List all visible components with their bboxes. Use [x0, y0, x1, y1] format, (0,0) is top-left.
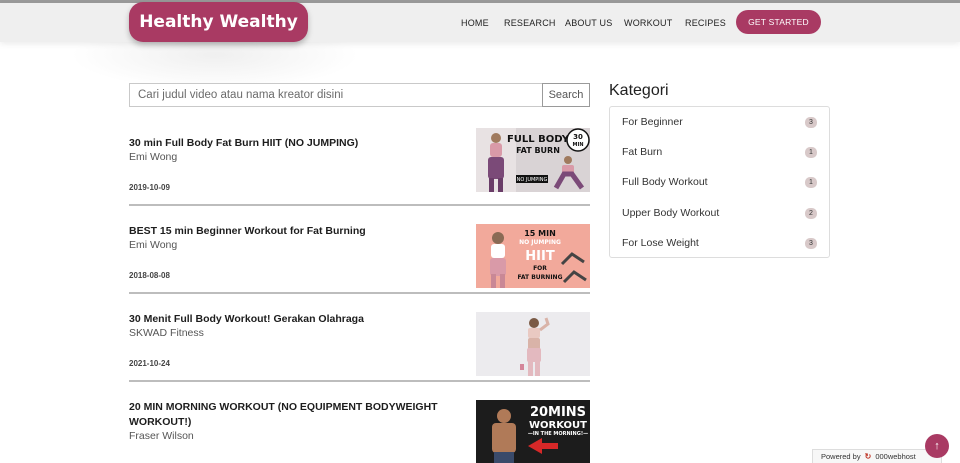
nav-workout-label[interactable]: WORKOUT [624, 18, 672, 28]
kategori-title: Kategori [609, 82, 669, 99]
thumb-text: FULL BODY [507, 134, 570, 145]
video-item[interactable]: 20 MIN MORNING WORKOUT (NO EQUIPMENT BOD… [129, 400, 590, 463]
kategori-item-full-body-workout[interactable]: Full Body Workout 1 [610, 167, 829, 197]
svg-text:30: 30 [573, 133, 583, 141]
video-thumbnail[interactable] [476, 312, 590, 376]
get-started-button[interactable]: GET STARTED [736, 10, 821, 34]
thumb-text: WORKOUT [529, 420, 587, 431]
powered-by-label: Powered by [821, 452, 861, 461]
video-title[interactable]: 20 MIN MORNING WORKOUT (NO EQUIPMENT BOD… [129, 400, 459, 430]
divider [129, 292, 590, 294]
thumb-text: FAT BURNING [517, 274, 562, 281]
video-date: 2019-10-09 [129, 183, 170, 192]
video-thumbnail[interactable]: FULL BODY FAT BURN 30 MIN NO JUMPING [476, 128, 590, 192]
search-input[interactable] [129, 83, 543, 107]
divider [129, 380, 590, 382]
thumb-text: NO JUMPING [517, 177, 548, 183]
video-creator: Fraser Wilson [129, 430, 194, 442]
nav-research[interactable]: RESEARCH [504, 3, 556, 42]
count-badge: 3 [805, 116, 817, 128]
nav-recipes[interactable]: RECIPES [685, 3, 726, 42]
video-title[interactable]: BEST 15 min Beginner Workout for Fat Bur… [129, 224, 459, 239]
video-creator: Emi Wong [129, 151, 178, 163]
kategori-label[interactable]: Upper Body Workout [622, 207, 719, 219]
video-title[interactable]: 30 min Full Body Fat Burn HIIT (NO JUMPI… [129, 136, 459, 151]
arrow-up-icon[interactable]: ↑ [925, 434, 949, 458]
kategori-item-upper-body-workout[interactable]: Upper Body Workout 2 [610, 198, 829, 228]
webhost-name: 000webhost [875, 452, 916, 461]
thumb-text: FAT BURN [516, 146, 560, 155]
kategori-label[interactable]: For Beginner [622, 116, 683, 128]
thumb-text: —IN THE MORNING!— [528, 431, 588, 437]
thumb-text: 15 MIN [524, 229, 556, 238]
kategori-list: For Beginner 3 Fat Burn 1 Full Body Work… [609, 106, 830, 258]
video-creator: Emi Wong [129, 239, 178, 251]
count-badge: 1 [805, 176, 817, 188]
webhost-logo-icon: ↻ [864, 452, 872, 461]
nav-research-label[interactable]: RESEARCH [504, 18, 556, 28]
kategori-label[interactable]: Full Body Workout [622, 176, 708, 188]
svg-text:MIN: MIN [572, 142, 583, 148]
powered-by-badge[interactable]: Powered by ↻ 000webhost [812, 449, 942, 463]
thumb-text: FOR [533, 265, 547, 272]
nav-about-us-label[interactable]: ABOUT US [565, 18, 612, 28]
video-creator: SKWAD Fitness [129, 327, 204, 339]
divider [129, 204, 590, 206]
nav-about-us[interactable]: ABOUT US [565, 3, 612, 42]
kategori-label[interactable]: For Lose Weight [622, 237, 699, 249]
video-thumbnail[interactable]: 15 MIN NO JUMPING HIIT FOR FAT BURNING [476, 224, 590, 288]
thumb-text: 20MINS [530, 405, 586, 420]
thumb-text: NO JUMPING [519, 239, 561, 246]
search-button[interactable]: Search [542, 83, 590, 107]
nav-workout[interactable]: WORKOUT [624, 3, 672, 42]
count-badge: 1 [805, 146, 817, 158]
kategori-item-for-lose-weight[interactable]: For Lose Weight 3 [610, 228, 829, 258]
video-date: 2018-08-08 [129, 271, 170, 280]
kategori-item-fat-burn[interactable]: Fat Burn 1 [610, 137, 829, 167]
kategori-label[interactable]: Fat Burn [622, 146, 662, 158]
nav-recipes-label[interactable]: RECIPES [685, 18, 726, 28]
video-date: 2021-10-24 [129, 359, 170, 368]
count-badge: 2 [805, 207, 817, 219]
count-badge: 3 [805, 237, 817, 249]
kategori-item-for-beginner[interactable]: For Beginner 3 [610, 107, 829, 137]
thumb-text: HIIT [525, 249, 555, 264]
nav-home-label[interactable]: HOME [461, 18, 489, 28]
video-thumbnail[interactable]: 20MINS WORKOUT —IN THE MORNING!— [476, 400, 590, 463]
video-title[interactable]: 30 Menit Full Body Workout! Gerakan Olah… [129, 312, 459, 327]
brand-logo[interactable]: Healthy Wealthy [129, 2, 308, 42]
nav-home[interactable]: HOME [461, 3, 489, 42]
